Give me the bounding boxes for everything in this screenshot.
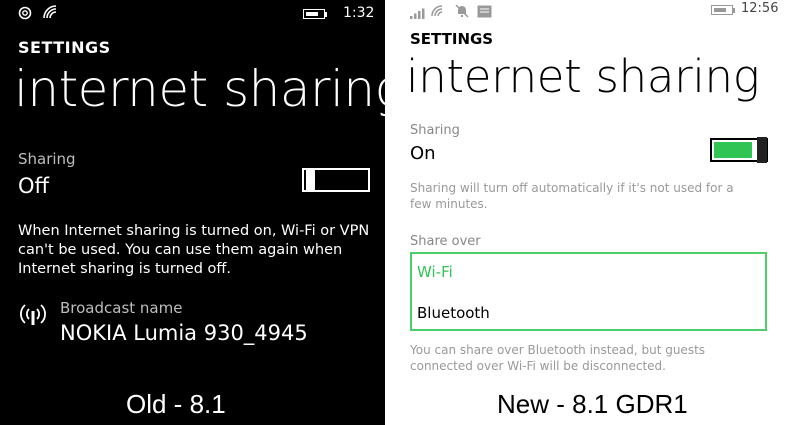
broadcast-name-label: Broadcast name (60, 299, 183, 317)
version-caption: New - 8.1 GDR1 (497, 389, 688, 419)
settings-header: SETTINGS (410, 30, 494, 48)
broadcast-icon (18, 302, 48, 330)
signal-bars-icon (410, 4, 428, 23)
sharing-value: Off (18, 174, 49, 198)
sharing-note: When Internet sharing is turned on, Wi-F… (18, 223, 370, 277)
settings-header: SETTINGS (18, 38, 111, 57)
status-time: 1:32 (343, 5, 375, 21)
page-title: internet sharing (406, 50, 760, 103)
option-bluetooth[interactable]: Bluetooth (417, 304, 490, 322)
share-over-note: You can share over Bluetooth instead, bu… (410, 343, 706, 373)
message-icon (477, 3, 492, 22)
sharing-toggle[interactable] (710, 137, 768, 163)
share-over-label: Share over (410, 234, 481, 249)
sharing-value: On (410, 143, 436, 164)
page-title: internet sharing (14, 60, 385, 118)
option-wifi[interactable]: Wi-Fi (417, 263, 453, 281)
old-version-panel: 1:32 SETTINGS internet sharing Sharing O… (0, 0, 385, 425)
wifi-signal-icon (42, 4, 58, 24)
sharing-note: Sharing will turn off automatically if i… (410, 181, 734, 211)
wifi-icon (430, 3, 444, 22)
share-over-list: Wi-Fi Bluetooth (410, 252, 767, 331)
sharing-label: Sharing (18, 150, 76, 168)
new-version-panel: 12:56 SETTINGS internet sharing Sharing … (385, 0, 800, 425)
status-time: 12:56 (741, 1, 779, 16)
sync-icon (18, 5, 32, 24)
sharing-label: Sharing (410, 123, 460, 138)
version-caption: Old - 8.1 (126, 389, 226, 419)
broadcast-name-value[interactable]: NOKIA Lumia 930_4945 (60, 321, 308, 345)
sharing-toggle[interactable] (302, 168, 370, 192)
mute-icon (455, 3, 469, 22)
